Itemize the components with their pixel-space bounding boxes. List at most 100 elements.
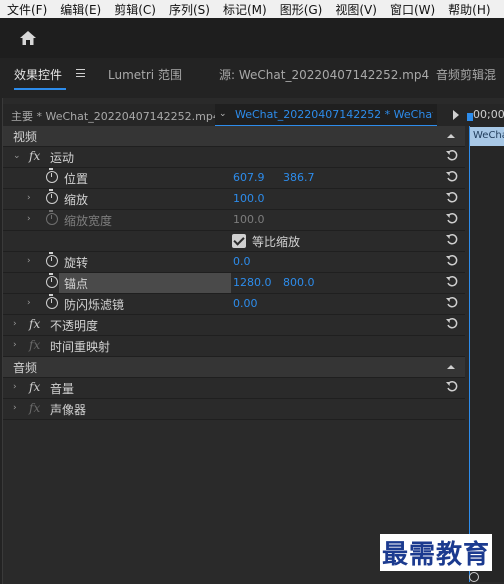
mini-timeline[interactable]: WeCha bbox=[469, 126, 504, 582]
menu-sequence[interactable]: 序列(S) bbox=[162, 1, 216, 18]
section-video-label: 视频 bbox=[13, 130, 38, 144]
menu-edit[interactable]: 编辑(E) bbox=[53, 1, 107, 18]
property-scale-width: › 缩放宽度 100.0 bbox=[3, 210, 465, 231]
menu-clip[interactable]: 剪辑(C) bbox=[107, 1, 162, 18]
rotation-value[interactable]: 0.0 bbox=[233, 255, 251, 268]
property-scale: › 缩放 100.0 bbox=[3, 189, 465, 210]
uniform-scale-label: 等比缩放 bbox=[252, 235, 301, 249]
playhead-marker[interactable] bbox=[467, 113, 473, 121]
reset-icon[interactable] bbox=[445, 170, 459, 184]
tab-lumetri-scopes[interactable]: Lumetri 范围 bbox=[108, 66, 182, 83]
expand-chevron-icon[interactable]: › bbox=[13, 382, 17, 392]
expand-chevron-icon[interactable]: › bbox=[13, 340, 17, 350]
zoom-handle-icon[interactable] bbox=[469, 572, 479, 582]
reset-icon[interactable] bbox=[445, 212, 459, 226]
home-icon[interactable] bbox=[19, 30, 37, 46]
scroll-up-icon[interactable] bbox=[445, 361, 457, 373]
active-tab-indicator bbox=[14, 88, 66, 90]
sequence-clip-selector[interactable]: ⌄ WeChat_20220407142252 * WeChat_2... bbox=[215, 104, 437, 126]
panel-tab-bar: 效果控件 Lumetri 范围 源: WeChat_20220407142252… bbox=[0, 58, 504, 94]
section-audio: 音频 bbox=[3, 357, 465, 378]
fx-icon[interactable]: fx bbox=[29, 380, 40, 394]
stopwatch-icon[interactable] bbox=[46, 294, 58, 309]
uniform-scale-checkbox[interactable] bbox=[232, 234, 246, 248]
position-x-value[interactable]: 607.9 bbox=[233, 171, 265, 184]
effect-panner-label: 声像器 bbox=[50, 403, 87, 417]
home-bar bbox=[0, 18, 504, 58]
effect-time-remapping[interactable]: › fx 时间重映射 bbox=[3, 336, 465, 357]
timeline-clip[interactable]: WeCha bbox=[470, 127, 504, 146]
reset-icon[interactable] bbox=[445, 191, 459, 205]
expand-chevron-icon[interactable]: › bbox=[27, 256, 31, 266]
clip-header: 主要 * WeChat_20220407142252.mp4 ⌄ WeChat_… bbox=[3, 104, 504, 126]
reset-icon[interactable] bbox=[445, 317, 459, 331]
play-icon[interactable] bbox=[453, 110, 459, 120]
reset-icon[interactable] bbox=[445, 296, 459, 310]
stopwatch-icon bbox=[46, 210, 58, 225]
property-position-label: 位置 bbox=[64, 172, 89, 186]
position-y-value[interactable]: 386.7 bbox=[283, 171, 315, 184]
menu-bar: 文件(F) 编辑(E) 剪辑(C) 序列(S) 标记(M) 图形(G) 视图(V… bbox=[0, 0, 504, 18]
effect-volume[interactable]: › fx 音量 bbox=[3, 378, 465, 399]
effect-motion[interactable]: ⌄ fx 运动 bbox=[3, 147, 465, 168]
reset-icon[interactable] bbox=[445, 233, 459, 247]
scale-width-value: 100.0 bbox=[233, 213, 265, 226]
anchor-y-value[interactable]: 800.0 bbox=[283, 276, 315, 289]
menu-help[interactable]: 帮助(H) bbox=[441, 1, 496, 18]
anchor-x-value[interactable]: 1280.0 bbox=[233, 276, 272, 289]
expand-chevron-icon: › bbox=[27, 214, 31, 224]
fx-icon[interactable]: fx bbox=[29, 149, 40, 163]
scale-value[interactable]: 100.0 bbox=[233, 192, 265, 205]
stopwatch-icon[interactable] bbox=[46, 168, 58, 183]
menu-file[interactable]: 文件(F) bbox=[0, 1, 53, 18]
reset-icon[interactable] bbox=[445, 380, 459, 394]
timecode: 00;00 bbox=[473, 108, 504, 121]
effect-time-remap-label: 时间重映射 bbox=[50, 340, 111, 354]
fx-icon: fx bbox=[29, 401, 41, 415]
property-rotation: › 旋转 0.0 bbox=[3, 252, 465, 273]
effects-list: 视频 ⌄ fx 运动 位置 607.9 386.7 › 缩放 100.0 › 缩… bbox=[3, 126, 465, 420]
effect-controls-panel: 主要 * WeChat_20220407142252.mp4 ⌄ WeChat_… bbox=[2, 98, 504, 584]
menu-view[interactable]: 视图(V) bbox=[328, 1, 383, 18]
tab-source[interactable]: 源: WeChat_20220407142252.mp4 bbox=[219, 66, 429, 83]
section-audio-label: 音频 bbox=[13, 361, 38, 375]
reset-icon[interactable] bbox=[445, 254, 459, 268]
tab-effect-controls[interactable]: 效果控件 bbox=[14, 66, 62, 83]
expand-chevron-icon[interactable]: › bbox=[27, 298, 31, 308]
menu-graphics[interactable]: 图形(G) bbox=[273, 1, 329, 18]
expand-chevron-icon[interactable]: › bbox=[27, 193, 31, 203]
stopwatch-icon[interactable] bbox=[46, 189, 58, 204]
property-uniform-scale: 等比缩放 bbox=[3, 231, 465, 252]
scroll-up-icon[interactable] bbox=[445, 130, 457, 142]
property-anti-flicker: › 防闪烁滤镜 0.00 bbox=[3, 294, 465, 315]
expand-chevron-icon[interactable]: ⌄ bbox=[13, 151, 21, 161]
expand-chevron-icon[interactable]: › bbox=[13, 319, 17, 329]
property-scale-width-label: 缩放宽度 bbox=[64, 214, 113, 228]
property-rotation-label: 旋转 bbox=[64, 256, 89, 270]
effect-opacity-label: 不透明度 bbox=[50, 319, 99, 333]
chevron-down-icon: ⌄ bbox=[219, 109, 227, 119]
panel-menu-icon[interactable] bbox=[76, 69, 85, 77]
stopwatch-icon[interactable] bbox=[46, 273, 58, 288]
master-clip-label[interactable]: 主要 * WeChat_20220407142252.mp4 bbox=[11, 108, 220, 124]
reset-icon[interactable] bbox=[445, 149, 459, 163]
menu-window[interactable]: 窗口(W) bbox=[383, 1, 441, 18]
property-anchor-label: 锚点 bbox=[64, 277, 89, 291]
reset-icon[interactable] bbox=[445, 275, 459, 289]
effect-motion-label: 运动 bbox=[50, 151, 75, 165]
effect-volume-label: 音量 bbox=[50, 382, 75, 396]
menu-markers[interactable]: 标记(M) bbox=[216, 1, 273, 18]
fx-icon: fx bbox=[29, 338, 41, 352]
sequence-clip-label: WeChat_20220407142252 * WeChat_2... bbox=[235, 108, 433, 121]
tab-audio-clip-mixer[interactable]: 音频剪辑混 bbox=[436, 66, 496, 83]
property-anchor-point: 锚点 1280.0 800.0 bbox=[3, 273, 465, 294]
stopwatch-icon[interactable] bbox=[46, 252, 58, 267]
property-position: 位置 607.9 386.7 bbox=[3, 168, 465, 189]
effect-opacity[interactable]: › fx 不透明度 bbox=[3, 315, 465, 336]
watermark-logo: 最需教育 bbox=[380, 534, 493, 571]
expand-chevron-icon[interactable]: › bbox=[13, 403, 17, 413]
fx-icon[interactable]: fx bbox=[29, 317, 40, 331]
effect-panner[interactable]: › fx 声像器 bbox=[3, 399, 465, 420]
anti-flicker-value[interactable]: 0.00 bbox=[233, 297, 258, 310]
property-anti-flicker-label: 防闪烁滤镜 bbox=[64, 298, 125, 312]
